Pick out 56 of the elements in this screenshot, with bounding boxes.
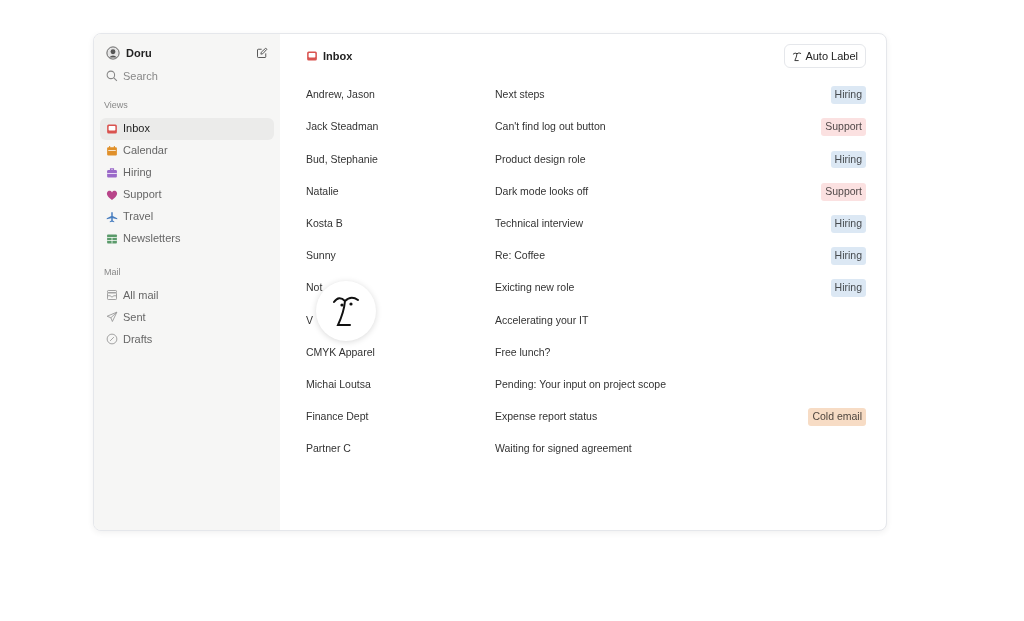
label-tag: Hiring xyxy=(830,150,866,169)
email-subject: Accelerating your IT xyxy=(495,312,590,328)
archive-box-icon xyxy=(106,289,118,301)
email-subject: Exicting new role xyxy=(495,280,576,296)
label-tag: Support xyxy=(821,182,866,201)
sender-name: Not xyxy=(306,280,324,296)
search-icon xyxy=(106,70,118,82)
sender-name: Finance Dept xyxy=(306,409,370,425)
email-subject: Technical interview xyxy=(495,215,585,231)
avatar-icon xyxy=(106,46,120,60)
sender-name: Jack Steadman xyxy=(306,119,380,135)
page-title: Inbox xyxy=(323,48,353,64)
email-subject: Next steps xyxy=(495,87,546,103)
search-field[interactable]: Search xyxy=(100,67,274,85)
sender-name: Kosta B xyxy=(306,215,344,231)
email-subject: Re: Coffee xyxy=(495,248,546,264)
inbox-tray-icon xyxy=(306,50,318,62)
sender-name: Andrew, Jason xyxy=(306,87,376,103)
label-tag: Cold email xyxy=(808,408,866,426)
email-subject: Free lunch? xyxy=(495,344,552,360)
label-tag: Hiring xyxy=(830,279,866,298)
sender-name: Bud, Stephanie xyxy=(306,151,379,167)
nav-item[interactable]: Hiring xyxy=(100,161,274,184)
label-tag: Hiring xyxy=(830,247,866,265)
paper-plane-icon xyxy=(106,311,118,323)
email-subject: Dark mode looks off xyxy=(495,183,590,199)
sender-name: Natalie xyxy=(306,183,340,199)
pencil-circle-icon xyxy=(106,333,118,345)
sender-name: Partner C xyxy=(306,441,352,457)
email-subject: Product design role xyxy=(495,151,587,167)
nav-item[interactable]: Support xyxy=(100,183,274,206)
sender-name: Sunny xyxy=(306,248,337,264)
section-heading: Views xyxy=(103,99,129,112)
label-tag: Hiring xyxy=(830,86,866,104)
email-subject: Expense report status xyxy=(495,409,599,425)
section-heading: Mail xyxy=(103,265,122,279)
nav-item[interactable]: Newsletters xyxy=(100,227,274,250)
email-subject: Can't find log out button xyxy=(495,119,607,135)
nav-item[interactable]: Drafts xyxy=(100,328,274,350)
sender-name: CMYK Apparel xyxy=(306,344,376,360)
sender-name: V xyxy=(306,312,314,328)
nav-item[interactable]: Sent xyxy=(100,306,274,328)
nav-item[interactable]: All mail xyxy=(100,284,274,306)
doodle-icon xyxy=(792,50,803,62)
doodle-icon xyxy=(332,294,360,328)
email-subject: Pending: Your input on project scope xyxy=(495,376,668,392)
auto-label-button[interactable]: Auto Label xyxy=(784,44,866,68)
email-subject: Waiting for signed agreement xyxy=(495,441,633,457)
label-tag: Hiring xyxy=(830,214,866,233)
sender-name: Michai Loutsa xyxy=(306,376,372,392)
user-name: Doru xyxy=(126,45,152,61)
nav-item[interactable]: Calendar xyxy=(100,139,274,162)
nav-item[interactable]: Inbox xyxy=(100,117,274,140)
compose-icon xyxy=(256,47,268,59)
label-tag: Support xyxy=(821,118,866,137)
nav-item[interactable]: Travel xyxy=(100,205,274,228)
